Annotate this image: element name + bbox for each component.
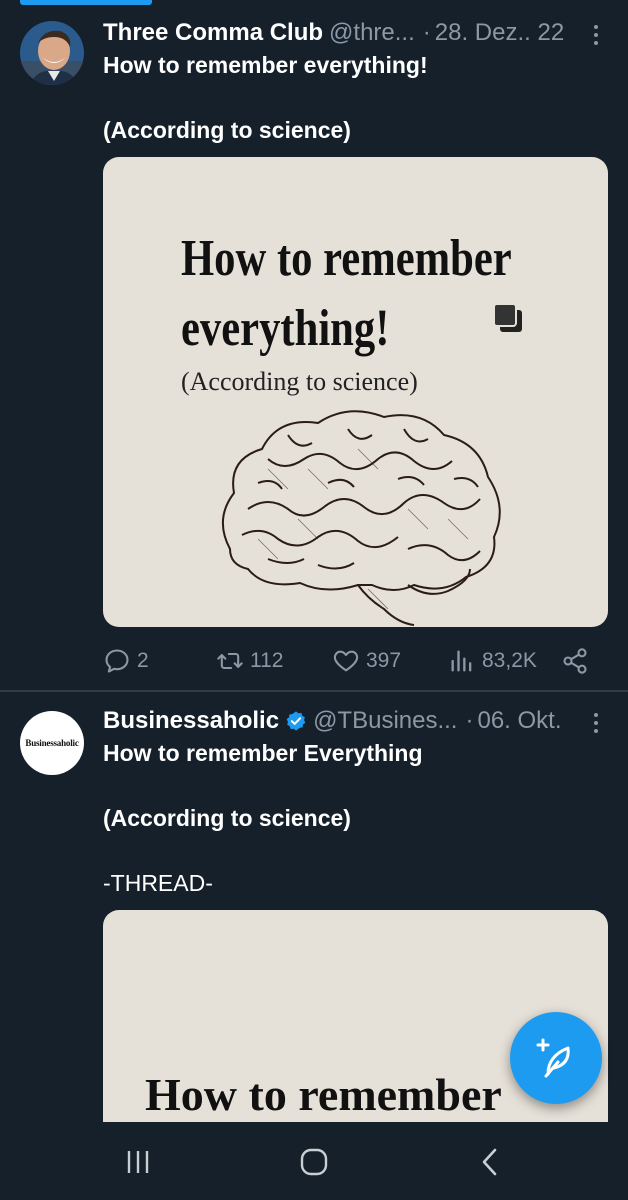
tweet-header: Three Comma Club @thre... · 28. Dez.. 22 [103, 16, 608, 50]
avatar-logo-text: Businessaholic [25, 738, 79, 748]
like-count: 397 [366, 649, 402, 672]
reply-icon [105, 649, 129, 673]
media-subtitle: (According to science) [181, 367, 418, 396]
back-icon [482, 1148, 497, 1176]
retweet-count: 112 [250, 649, 284, 672]
display-name[interactable]: Three Comma Club [103, 19, 323, 47]
tweet-actions: 2 112 397 83,2K [103, 641, 608, 681]
reply-count: 2 [137, 649, 149, 672]
recent-apps-icon [127, 1151, 149, 1173]
share-icon [563, 648, 587, 674]
views-count: 83,2K [482, 649, 537, 672]
tweet-text-line: (According to science) [103, 805, 351, 831]
tweet-date[interactable]: 28. Dez.. 22 [435, 19, 564, 47]
retweet-icon [217, 652, 243, 670]
tweet-text-line: How to remember Everything [103, 740, 423, 766]
tweet[interactable]: Three Comma Club @thre... · 28. Dez.. 22… [0, 0, 628, 690]
share-button[interactable] [561, 641, 595, 681]
media-title-line: How to remember [181, 230, 512, 287]
tweet-header: Businessaholic @TBusines... · 06. Okt. [103, 704, 608, 738]
display-name[interactable]: Businessaholic [103, 707, 279, 735]
reply-button[interactable]: 2 [103, 641, 149, 681]
heart-icon [333, 650, 359, 672]
retweet-button[interactable]: 112 [216, 641, 283, 681]
separator-dot: · [465, 707, 474, 734]
more-icon[interactable] [586, 22, 606, 48]
multi-image-icon [493, 303, 522, 332]
media-title-line: everything! [181, 300, 390, 357]
verified-badge-icon [286, 711, 306, 731]
avatar[interactable] [20, 21, 84, 85]
tweet-media[interactable]: How to remember everything! (According t… [103, 157, 608, 627]
tweet-text-line: (According to science) [103, 117, 351, 143]
views-icon [451, 650, 472, 672]
separator-dot: · [422, 19, 431, 46]
media-title-line: How to remember [145, 1069, 502, 1120]
home-button[interactable] [294, 1144, 334, 1180]
tweet-text-line: How to remember everything! [103, 52, 428, 78]
avatar[interactable]: Businessaholic [20, 711, 84, 775]
recent-apps-button[interactable] [118, 1144, 158, 1180]
handle[interactable]: @thre... [329, 19, 415, 47]
compose-button[interactable] [510, 1012, 602, 1104]
home-icon [300, 1148, 328, 1176]
compose-icon [536, 1038, 570, 1078]
tweet-date[interactable]: 06. Okt. [477, 707, 561, 735]
tweet-text-line: -THREAD- [103, 870, 213, 896]
more-icon[interactable] [586, 710, 606, 736]
back-button[interactable] [470, 1144, 510, 1180]
brain-illustration [222, 410, 501, 626]
handle[interactable]: @TBusines... [313, 707, 457, 735]
views-button[interactable]: 83,2K [448, 641, 537, 681]
system-nav-bar [0, 1122, 628, 1200]
like-button[interactable]: 397 [332, 641, 401, 681]
